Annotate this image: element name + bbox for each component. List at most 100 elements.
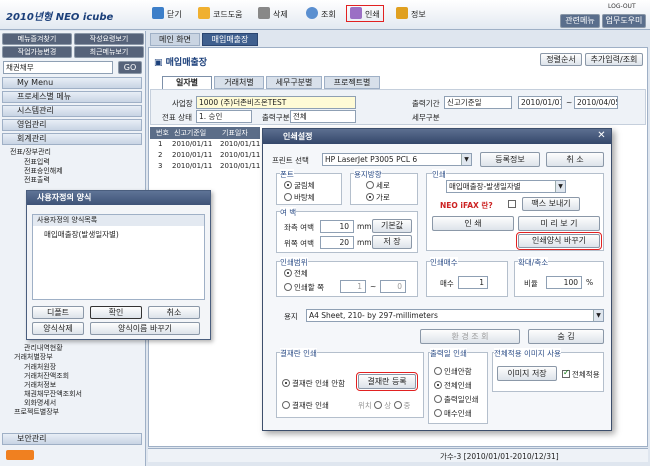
user-form-list[interactable] <box>32 214 205 300</box>
add-input-button[interactable]: 추가입력/조회 <box>585 53 643 66</box>
margin-group-title: 여 백 <box>280 207 297 218</box>
work-helper-button[interactable]: 업무도우미 <box>602 14 646 28</box>
range-pages-option[interactable]: 인쇄할 쪽 <box>284 282 324 293</box>
print-button[interactable]: 인 쇄 <box>432 216 514 231</box>
print-form-select[interactable]: 매입매출장-발생일자별 ▼ <box>446 180 566 193</box>
delete-form-button[interactable]: 양식삭제 <box>32 322 84 335</box>
top-margin-input[interactable]: 20 <box>320 236 354 249</box>
tree-item[interactable]: 전표/장부관리 <box>10 147 51 157</box>
tab-main[interactable]: 메인 화면 <box>150 33 200 46</box>
checkbox-icon <box>562 368 570 378</box>
paper-select[interactable]: A4 Sheet, 210- by 297-millimeters ▼ <box>306 309 604 322</box>
recent-menu-button[interactable]: 최근메뉴보기 <box>74 46 144 58</box>
sidebar-security-admin[interactable]: 보안관리 <box>2 433 142 445</box>
sign-print-option[interactable]: 결재란 인쇄 <box>282 400 329 411</box>
sidebar-system-admin[interactable]: 시스템관리 <box>2 105 142 117</box>
zoom-group-title: 확대/축소 <box>518 257 549 268</box>
sidebar-process-menu[interactable]: 프로세스별 메뉴 <box>2 91 142 103</box>
default-button[interactable]: 디폴트 <box>32 306 84 319</box>
register-info-button[interactable]: 등록정보 <box>480 152 540 167</box>
subtab-by-date[interactable]: 일자별 <box>162 76 212 89</box>
col-slip-date: 기표일자 <box>222 129 248 137</box>
chevron-down-icon: ▼ <box>461 154 471 165</box>
menu-search-go-button[interactable]: GO <box>118 61 142 74</box>
tree-item[interactable]: 거래처별장부 <box>14 352 53 362</box>
output-option[interactable]: 출력일인쇄 <box>434 394 479 405</box>
apply-all-checkbox[interactable]: 전체적용 <box>562 368 600 380</box>
user-form-list-item[interactable]: 매입매출장(발생일자별) <box>44 229 119 240</box>
printer-label: 프린트 선택 <box>272 156 309 165</box>
image-save-button[interactable]: 이미지 저장 <box>497 366 557 381</box>
search-tool-button[interactable]: 조회 <box>306 7 336 20</box>
close-icon[interactable]: ✕ <box>596 131 607 142</box>
range-all-option[interactable]: 전체 <box>284 268 308 279</box>
app-logo: 2010년형 NEO icube <box>6 12 114 23</box>
preview-button[interactable]: 미 리 보 기 <box>518 216 600 231</box>
dialog-cancel-button[interactable]: 취 소 <box>546 152 604 167</box>
menu-favorites-button[interactable]: 메뉴즐겨찾기 <box>2 33 72 45</box>
rename-form-button[interactable]: 양식이름 바꾸기 <box>90 322 200 335</box>
subtab-by-project[interactable]: 프로젝트별 <box>324 76 380 89</box>
page-title: ▣ 매입매출장 <box>154 58 208 68</box>
period-type-select[interactable]: 신고기준일 <box>444 96 512 109</box>
table-row[interactable]: 1 2010/01/11 2010/01/11 <box>150 140 260 150</box>
hide-button[interactable]: 숨 김 <box>528 329 604 344</box>
env-lookup-button[interactable]: 환 경 조 회 <box>420 329 520 344</box>
neo-ifax-link[interactable]: NEO iFAX 란? <box>440 200 493 211</box>
site-label: 사업장 <box>172 99 193 108</box>
default-value-button[interactable]: 기본값 <box>372 219 412 233</box>
printer-select[interactable]: HP LaserJet P3005 PCL 6 ▼ <box>322 153 472 166</box>
table-row[interactable]: 3 2010/01/11 2010/01/11 <box>150 162 260 172</box>
change-print-form-button[interactable]: 인쇄양식 바꾸기 <box>516 232 602 250</box>
date-to-input[interactable]: 2010/04/05 <box>574 96 618 109</box>
output-option[interactable]: 매수인쇄 <box>434 408 472 419</box>
info-tool-button[interactable]: 정보 <box>396 7 426 20</box>
print-kind-select[interactable]: 전체 <box>290 110 356 123</box>
percent-unit: % <box>586 278 594 287</box>
tree-item[interactable]: 프로젝트별장부 <box>14 407 59 417</box>
sort-order-button[interactable]: 정렬순서 <box>540 53 582 66</box>
tab-purchase-sales-ledger[interactable]: 매입매출장 <box>202 33 258 46</box>
radio-icon <box>284 269 292 277</box>
output-option[interactable]: 전체인쇄 <box>434 380 472 391</box>
output-option[interactable]: 인쇄안함 <box>434 366 472 377</box>
writing-guide-button[interactable]: 작성요령보기 <box>74 33 144 45</box>
save-margin-button[interactable]: 저 장 <box>372 235 412 249</box>
menu-search-input[interactable]: 채권채무 <box>3 61 113 74</box>
font-option-batang[interactable]: 바탕체 <box>284 192 315 203</box>
slip-status-select[interactable]: 1. 승인 <box>196 110 252 123</box>
delete-tool-button[interactable]: 삭제 <box>258 7 288 20</box>
logout-link[interactable]: LOG-OUT <box>608 3 636 10</box>
ok-button[interactable]: 확인 <box>90 306 142 319</box>
zoom-input[interactable]: 100 <box>546 276 582 289</box>
copies-input[interactable]: 1 <box>458 276 488 289</box>
cancel-form-button[interactable]: 취소 <box>148 306 200 319</box>
code-help-tool-button[interactable]: 코드도움 <box>198 7 242 20</box>
radio-icon <box>282 379 290 387</box>
sidebar-my-menu[interactable]: My Menu <box>2 77 142 89</box>
subtab-by-tax[interactable]: 세무구분별 <box>266 76 322 89</box>
sign-register-button[interactable]: 결재란 등록 <box>356 372 418 391</box>
delete-icon <box>258 7 270 19</box>
subtab-by-customer[interactable]: 거래처별 <box>214 76 264 89</box>
grid-header: 번호 신고기준일 기표일자 <box>150 127 260 139</box>
orientation-portrait[interactable]: 세로 <box>366 180 390 191</box>
date-from-input[interactable]: 2010/01/01 <box>518 96 562 109</box>
font-option-gulim[interactable]: 굴림체 <box>284 180 315 191</box>
site-select[interactable]: 1000 (주)더존비즈온TEST <box>196 96 356 109</box>
fax-send-button[interactable]: 팩스 보내기 <box>522 197 580 211</box>
range-from-input[interactable]: 1 <box>340 280 366 293</box>
print-tool-button[interactable]: 인쇄 <box>346 5 384 22</box>
fax-checkbox[interactable] <box>508 200 518 209</box>
range-to-input[interactable]: 0 <box>380 280 406 293</box>
related-menu-button[interactable]: 관련메뉴 <box>560 14 600 28</box>
table-row[interactable]: 2 2010/01/11 2010/01/11 <box>150 151 260 161</box>
sign-none-option[interactable]: 결재란 인쇄 안함 <box>282 378 345 389</box>
sidebar-sales-admin[interactable]: 영업관리 <box>2 119 142 131</box>
work-change-button[interactable]: 작업가능변경 <box>2 46 72 58</box>
orientation-landscape[interactable]: 가로 <box>366 192 390 203</box>
left-margin-input[interactable]: 10 <box>320 220 354 233</box>
close-tool-button[interactable]: 닫기 <box>152 7 182 20</box>
tree-item[interactable]: 전표출력 <box>24 175 50 185</box>
sidebar-accounting-admin[interactable]: 회계관리 <box>2 133 142 145</box>
